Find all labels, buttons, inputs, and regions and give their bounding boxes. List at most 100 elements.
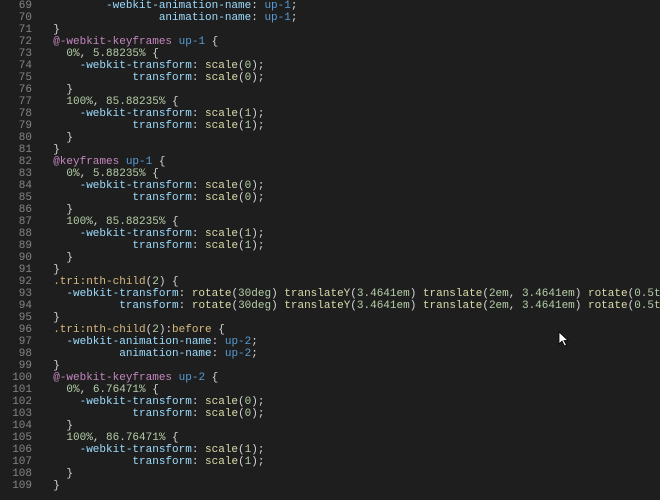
code-line[interactable]: transform: scale(0); xyxy=(40,72,660,84)
line-number: 69 xyxy=(0,0,32,12)
code-line[interactable]: } xyxy=(40,144,660,156)
code-line[interactable]: @-webkit-keyframes up-1 { xyxy=(40,36,660,48)
token-punc xyxy=(172,372,179,384)
token-punc: { xyxy=(212,324,225,336)
code-line[interactable]: } xyxy=(40,84,660,96)
code-line[interactable]: transform: rotate(30deg) translateY(3.46… xyxy=(40,300,660,312)
token-num: 3.4641em xyxy=(357,288,410,300)
code-editor[interactable]: 6970717273747576777879808182838485868788… xyxy=(0,0,660,500)
token-num: 3.4641em xyxy=(357,300,410,312)
token-prop: -webkit-animation-name xyxy=(106,0,251,12)
line-number: 87 xyxy=(0,216,32,228)
code-line[interactable]: 0%, 5.88235% { xyxy=(40,168,660,180)
code-line[interactable]: .tri:nth-child(2) { xyxy=(40,276,660,288)
token-punc: ( xyxy=(238,240,245,252)
code-line[interactable]: 0%, 6.76471% { xyxy=(40,384,660,396)
code-line[interactable]: .tri:nth-child(2):before { xyxy=(40,324,660,336)
code-line[interactable]: } xyxy=(40,132,660,144)
code-line[interactable]: } xyxy=(40,468,660,480)
token-punc: : xyxy=(212,336,225,348)
token-punc: { xyxy=(146,384,159,396)
code-line[interactable]: animation-name: up-2; xyxy=(40,348,660,360)
code-line[interactable]: -webkit-transform: rotate(30deg) transla… xyxy=(40,288,660,300)
code-line[interactable]: transform: scale(0); xyxy=(40,408,660,420)
token-num: 30deg xyxy=(238,288,271,300)
code-line[interactable]: transform: scale(1); xyxy=(40,240,660,252)
token-punc: : xyxy=(192,192,205,204)
line-number: 105 xyxy=(0,432,32,444)
token-punc: ( xyxy=(238,444,245,456)
token-sel: before xyxy=(172,324,212,336)
code-line[interactable]: animation-name: up-1; xyxy=(40,12,660,24)
line-number: 96 xyxy=(0,324,32,336)
token-prop: transform xyxy=(132,72,191,84)
token-punc: ( xyxy=(350,288,357,300)
line-number: 80 xyxy=(0,132,32,144)
token-punc: { xyxy=(165,432,178,444)
token-num: 2em xyxy=(489,288,509,300)
token-punc: : xyxy=(251,0,264,12)
token-prop: animation-name xyxy=(119,348,211,360)
token-num: 30deg xyxy=(238,300,271,312)
code-line[interactable]: transform: scale(0); xyxy=(40,192,660,204)
token-num: 86.76471% xyxy=(106,432,165,444)
code-line[interactable]: } xyxy=(40,204,660,216)
code-line[interactable]: -webkit-transform: scale(0); xyxy=(40,396,660,408)
code-line[interactable]: -webkit-transform: scale(1); xyxy=(40,444,660,456)
code-area[interactable]: -webkit-animation-name: up-1; animation-… xyxy=(40,0,660,500)
token-punc: : xyxy=(192,120,205,132)
code-line[interactable]: transform: scale(1); xyxy=(40,456,660,468)
token-punc: ); xyxy=(251,180,264,192)
line-number: 89 xyxy=(0,240,32,252)
line-number: 85 xyxy=(0,192,32,204)
token-anim: up-1 xyxy=(264,12,290,24)
token-func: rotate xyxy=(588,288,628,300)
token-punc: ; xyxy=(291,0,298,12)
code-line[interactable]: 100%, 85.88235% { xyxy=(40,96,660,108)
token-num: 85.88235% xyxy=(106,96,165,108)
code-line[interactable]: -webkit-transform: scale(0); xyxy=(40,60,660,72)
code-line[interactable]: } xyxy=(40,252,660,264)
token-kw: @keyframes xyxy=(53,156,119,168)
token-prop: transform xyxy=(132,240,191,252)
code-line[interactable]: -webkit-transform: scale(0); xyxy=(40,180,660,192)
token-punc: } xyxy=(66,84,73,96)
line-number: 74 xyxy=(0,60,32,72)
token-punc: ) xyxy=(271,300,284,312)
code-line[interactable]: 100%, 85.88235% { xyxy=(40,216,660,228)
line-number: 107 xyxy=(0,456,32,468)
line-number: 100 xyxy=(0,372,32,384)
code-line[interactable]: 0%, 5.88235% { xyxy=(40,48,660,60)
token-prop: -webkit-transform xyxy=(80,180,192,192)
code-line[interactable]: } xyxy=(40,312,660,324)
code-line[interactable]: @keyframes up-1 { xyxy=(40,156,660,168)
code-line[interactable]: } xyxy=(40,264,660,276)
token-punc: ( xyxy=(238,396,245,408)
token-anim: up-2 xyxy=(225,348,251,360)
line-number: 106 xyxy=(0,444,32,456)
token-num: 2 xyxy=(152,276,159,288)
code-line[interactable]: } xyxy=(40,420,660,432)
token-num: 2em xyxy=(489,300,509,312)
code-line[interactable]: -webkit-animation-name: up-1; xyxy=(40,0,660,12)
line-number: 104 xyxy=(0,420,32,432)
code-line[interactable]: } xyxy=(40,480,660,492)
code-line[interactable]: -webkit-transform: scale(1); xyxy=(40,228,660,240)
token-func: scale xyxy=(205,192,238,204)
token-punc: ( xyxy=(238,228,245,240)
token-punc: ; xyxy=(251,348,258,360)
token-punc: { xyxy=(146,168,159,180)
code-line[interactable]: transform: scale(1); xyxy=(40,120,660,132)
token-punc: ( xyxy=(238,72,245,84)
token-func: scale xyxy=(205,444,238,456)
code-line[interactable]: } xyxy=(40,360,660,372)
code-line[interactable]: -webkit-transform: scale(1); xyxy=(40,108,660,120)
token-func: scale xyxy=(205,72,238,84)
code-line[interactable]: 100%, 86.76471% { xyxy=(40,432,660,444)
code-line[interactable]: @-webkit-keyframes up-2 { xyxy=(40,372,660,384)
code-line[interactable]: } xyxy=(40,24,660,36)
token-punc: , xyxy=(80,168,93,180)
token-func: translate xyxy=(423,288,482,300)
token-punc: : xyxy=(192,180,205,192)
code-line[interactable]: -webkit-animation-name: up-2; xyxy=(40,336,660,348)
